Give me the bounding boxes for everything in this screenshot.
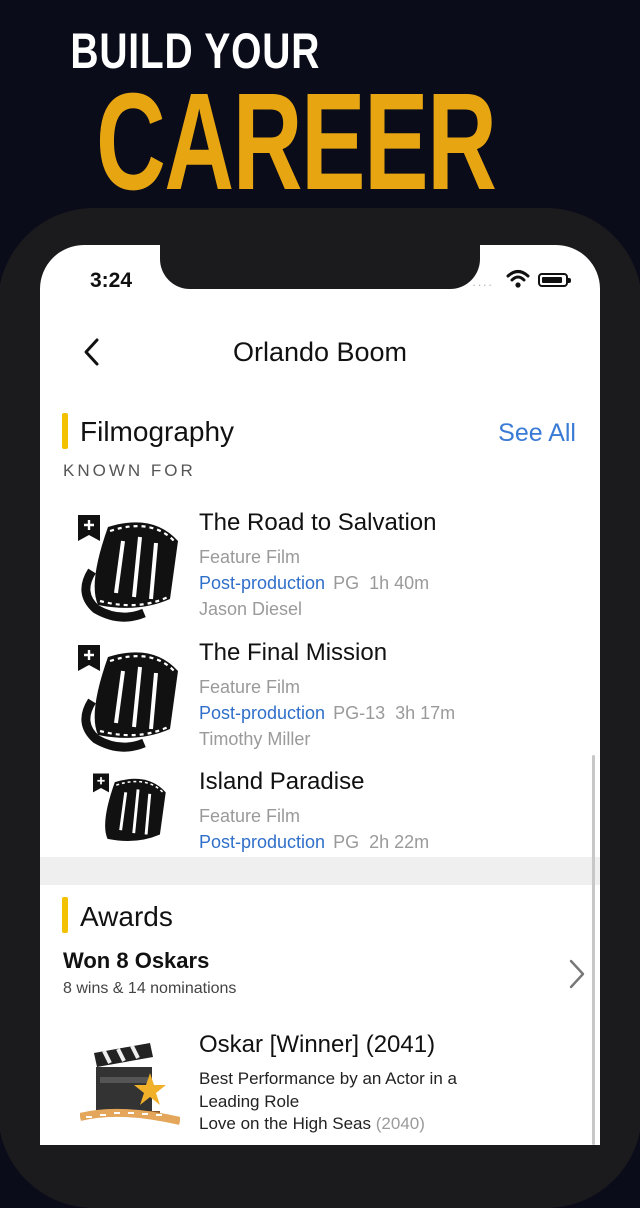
film-runtime: 3h 17m [395,703,456,723]
film-director: Jason Diesel [199,599,303,619]
film-rating: PG [333,832,360,852]
award-description: Best Performance by an Actor in a Leadin… [199,1069,457,1111]
film-type: Feature Film [199,806,301,826]
film-runtime: 2h 22m [369,832,430,852]
film-reel-icon [93,773,166,842]
film-runtime: 1h 40m [369,573,430,593]
award-film-year: (2040) [375,1114,425,1133]
known-for-label: KNOWN FOR [63,461,196,480]
award-film-title: Love on the High Seas [199,1114,372,1133]
film-meta: Post-production PG 2h 22m [199,832,429,853]
award-film: Love on the High Seas (2040) [199,1114,425,1134]
film-title: The Final Mission [199,639,388,666]
film-status: Post-production [199,832,326,852]
film-reel-icon [78,515,178,622]
film-rating: PG-13 [333,703,386,723]
film-meta: Post-production PG 1h 40m [199,573,429,594]
film-title: Island Paradise [199,768,365,795]
film-type: Feature Film [199,677,301,697]
status-time: 3:24 [90,269,133,292]
film-director: Timothy Miller [199,729,311,749]
film-type: Feature Film [199,547,301,567]
awards-summary-sub: 8 wins & 14 nominations [63,980,237,997]
section-accent-bar [62,413,68,449]
battery-icon [538,273,571,287]
chevron-right-icon[interactable] [568,957,586,991]
film-rating: PG [333,573,360,593]
awards-heading: Awards [80,901,173,932]
film-title: The Road to Salvation [199,509,437,536]
awards-summary-title[interactable]: Won 8 Oskars [63,948,209,974]
film-item[interactable]: The Final Mission Feature Film Post-prod… [40,637,600,757]
film-reel-icon [78,645,178,752]
wifi-icon [506,270,530,288]
film-status: Post-production [199,573,326,593]
clapperboard-icon [80,1043,180,1125]
award-item[interactable]: Oskar [Winner] (2041) Best Performance b… [40,1027,600,1145]
section-divider [40,857,600,885]
signal-icon: ···· [472,277,494,292]
film-status: Post-production [199,703,326,723]
see-all-link[interactable]: See All [498,419,576,448]
hero-title: CAREER [96,65,497,219]
film-item[interactable]: The Road to Salvation Feature Film Post-… [40,507,600,627]
award-title: Oskar [Winner] (2041) [199,1031,436,1058]
filmography-heading: Filmography [80,416,235,447]
section-accent-bar [62,897,68,933]
page-title: Orlando Boom [232,337,408,367]
film-meta: Post-production PG-13 3h 17m [199,703,455,724]
app-screen: 3:24 ···· Orlando Boom Filmography See A… [40,245,600,1145]
phone-notch [160,245,480,289]
